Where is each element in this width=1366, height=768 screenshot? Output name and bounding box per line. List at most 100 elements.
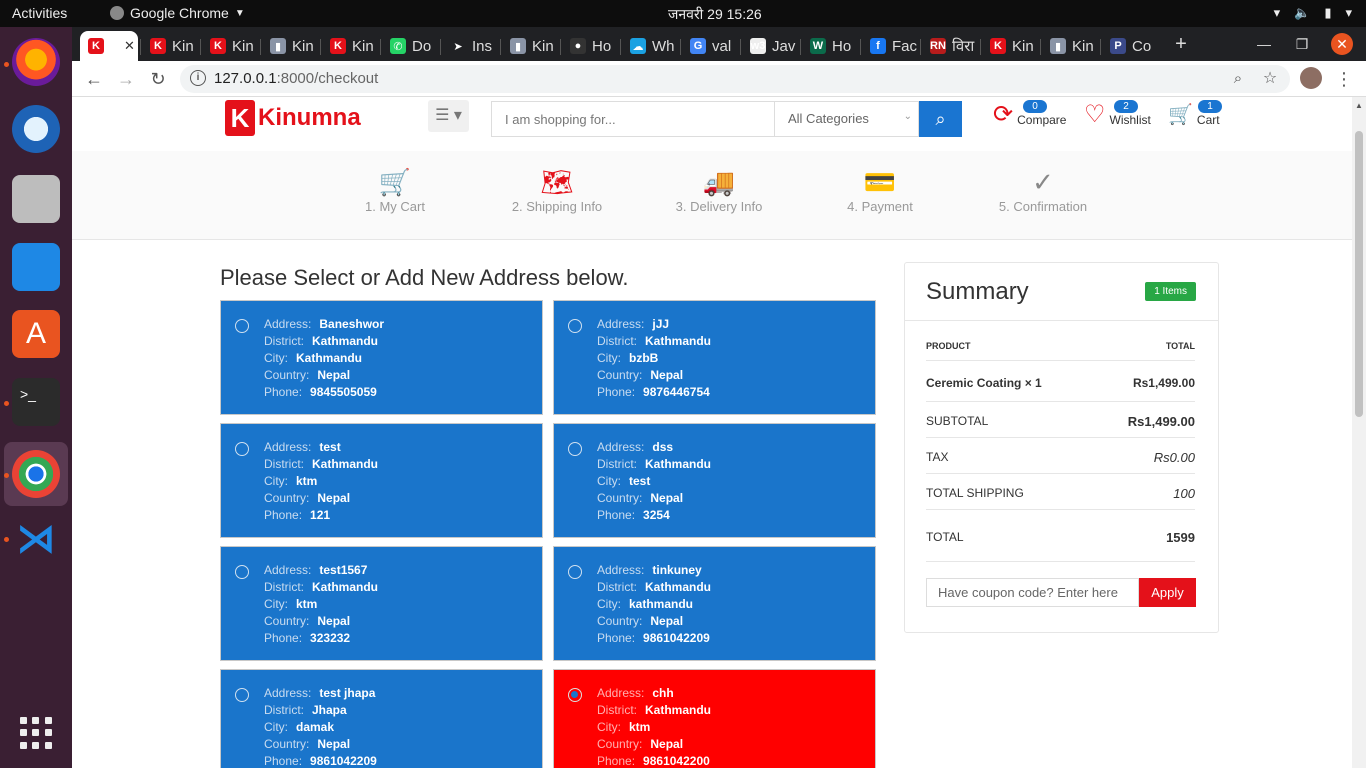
tab-favicon-icon: W [810, 38, 826, 54]
forward-icon[interactable]: → [114, 67, 138, 91]
address-field-row: Country: Nepal [264, 367, 384, 384]
address-radio[interactable] [235, 319, 249, 333]
address-radio[interactable] [235, 565, 249, 579]
address-radio[interactable] [568, 688, 582, 702]
vscode-icon[interactable]: ⋊ [12, 515, 60, 563]
wishlist-link[interactable]: ♡ 2 Wishlist [1084, 100, 1151, 127]
browser-tab[interactable]: ➤ Ins [442, 31, 500, 61]
compare-link[interactable]: ⟳ 0 Compare [993, 100, 1066, 127]
chrome-icon[interactable] [12, 450, 60, 498]
address-radio[interactable] [568, 319, 582, 333]
browser-tab[interactable]: ▮ Kin [262, 31, 320, 61]
app-menu[interactable]: Google Chrome ▼ [110, 5, 245, 21]
new-tab-icon[interactable]: + [1170, 33, 1192, 55]
address-field-row: Country: Nepal [597, 613, 711, 630]
address-card[interactable]: Address: jJJ District: Kathmandu City: bzbB Co… [553, 300, 876, 415]
address-card[interactable]: Address: chh District: Kathmandu City: ktm Cou… [553, 669, 876, 768]
site-logo[interactable]: K Kinumna [225, 100, 361, 136]
truck-icon: 🚚 [702, 167, 736, 197]
browser-tab[interactable]: ▮ Kin [1042, 31, 1100, 61]
address-card[interactable]: Address: dss District: Kathmandu City: test Co… [553, 423, 876, 538]
shipping-row: TOTAL SHIPPING 100 [926, 486, 1195, 501]
browser-tab[interactable]: K Kin [982, 31, 1040, 61]
tab-title: val [712, 37, 732, 55]
divider [926, 401, 1195, 402]
scrollbar-thumb[interactable] [1355, 131, 1363, 417]
address-field-row: City: ktm [597, 719, 711, 736]
search-button[interactable]: ⌕ [919, 101, 962, 137]
address-radio[interactable] [235, 442, 249, 456]
coupon-input[interactable]: Have coupon code? Enter here [926, 578, 1139, 607]
profile-avatar[interactable] [1300, 67, 1322, 89]
address-field-value: 9861042200 [643, 754, 710, 768]
category-select[interactable]: All Categories ⌄ [775, 101, 919, 137]
address-field-value: tinkuney [652, 563, 702, 577]
reload-icon[interactable]: ↻ [146, 67, 170, 91]
address-card[interactable]: Address: test jhapa District: Jhapa City: dam… [220, 669, 543, 768]
browser-tab[interactable]: W Ho [802, 31, 860, 61]
total-value: 1599 [1166, 530, 1195, 545]
page-scrollbar[interactable]: ▲ [1352, 97, 1366, 768]
address-bar[interactable]: i 127.0.0.1:8000/checkout ⌕ ☆ [180, 65, 1290, 93]
activities-button[interactable]: Activities [12, 5, 67, 21]
subtotal-value: Rs1,499.00 [1127, 414, 1195, 429]
caret-down-icon: ▼ [234, 7, 245, 19]
browser-tab[interactable]: ✆ Do [382, 31, 440, 61]
browser-tab[interactable]: RN विरा [922, 31, 980, 61]
address-field-value: test [319, 440, 341, 454]
address-card[interactable]: Address: tinkuney District: Kathmandu City: k… [553, 546, 876, 661]
address-field-row: District: Kathmandu [597, 333, 711, 350]
browser-tab[interactable]: ● Ho [562, 31, 620, 61]
address-field-label: Address: [264, 563, 312, 577]
terminal-icon[interactable]: >_ [12, 378, 60, 426]
tab-title: Kin [352, 37, 374, 55]
files-icon[interactable] [12, 175, 60, 223]
address-field-value: Kathmandu [312, 580, 378, 594]
back-icon[interactable]: ← [82, 67, 106, 91]
address-radio[interactable] [568, 442, 582, 456]
cart-link[interactable]: 🛒 1 Cart [1168, 100, 1222, 127]
address-radio[interactable] [568, 565, 582, 579]
chrome-menu-icon[interactable]: ⋮ [1332, 67, 1356, 91]
browser-tab[interactable]: K Kin [322, 31, 380, 61]
close-tab-icon[interactable]: ✕ [124, 38, 135, 54]
apply-coupon-button[interactable]: Apply [1139, 578, 1196, 607]
software-center-icon[interactable]: A [12, 310, 60, 358]
address-field-label: Address: [264, 686, 312, 700]
address-card[interactable]: Address: Baneshwor District: Kathmandu City:… [220, 300, 543, 415]
search-input[interactable]: I am shopping for... [491, 101, 775, 137]
browser-tab[interactable]: K Kin [202, 31, 260, 61]
clock[interactable]: जनवरी 29 15:26 [668, 5, 762, 24]
browser-tab[interactable]: w3 Jav [742, 31, 800, 61]
browser-tab[interactable]: P Co [1102, 31, 1160, 61]
address-card[interactable]: Address: test1567 District: Kathmandu City: k… [220, 546, 543, 661]
zoom-icon[interactable]: ⌕ [1226, 67, 1250, 91]
browser-tab[interactable]: ▮ Kin [502, 31, 560, 61]
browser-tab[interactable]: ☁ Wh [622, 31, 680, 61]
browser-tab[interactable]: K Kin [142, 31, 200, 61]
tab-title: Kin [1012, 37, 1034, 55]
maximize-icon[interactable]: ❐ [1291, 33, 1313, 55]
browser-tab[interactable]: f Fac [862, 31, 920, 61]
address-field-label: Phone: [264, 631, 303, 645]
address-field-value: bzbB [629, 351, 659, 365]
address-card[interactable]: Address: test District: Kathmandu City: ktm Co… [220, 423, 543, 538]
tab-title: Kin [532, 37, 554, 55]
writer-icon[interactable] [12, 243, 60, 291]
address-field-label: City: [264, 351, 288, 365]
checkout-step-label: 3. Delivery Info [675, 199, 763, 214]
browser-tab[interactable]: Gval [682, 31, 740, 61]
site-info-icon[interactable]: i [190, 70, 206, 86]
browser-tab[interactable]: K ✕ [80, 31, 138, 61]
close-window-icon[interactable]: ✕ [1331, 33, 1353, 55]
system-tray[interactable]: ▾ 🔈 ▮ ▾ [1274, 5, 1352, 21]
bookmark-star-icon[interactable]: ☆ [1258, 67, 1282, 91]
hamburger-menu-button[interactable]: ☰ ▾ [428, 100, 469, 132]
thunderbird-icon[interactable] [12, 105, 60, 153]
address-field-value: Nepal [317, 368, 351, 382]
firefox-icon[interactable] [12, 38, 60, 86]
minimize-icon[interactable]: — [1253, 33, 1275, 55]
scroll-up-icon[interactable]: ▲ [1355, 101, 1363, 110]
address-radio[interactable] [235, 688, 249, 702]
show-applications-icon[interactable] [20, 717, 52, 749]
